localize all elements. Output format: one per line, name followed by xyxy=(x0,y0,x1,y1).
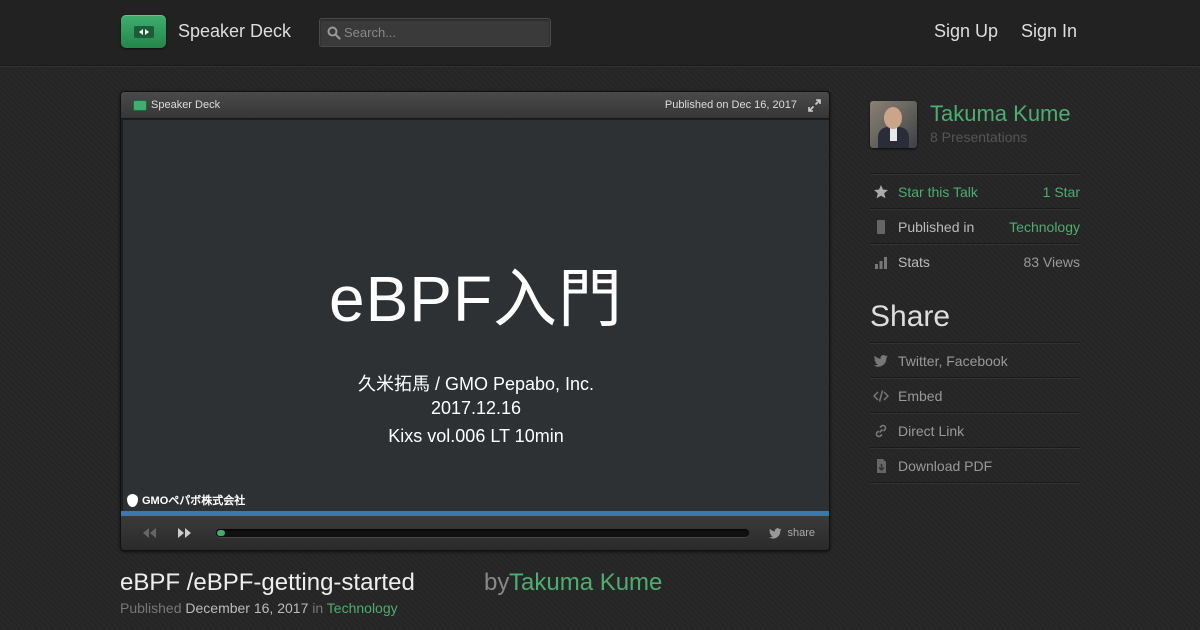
twitter-icon xyxy=(873,355,888,367)
search-icon xyxy=(327,26,341,40)
stats-label: Stats xyxy=(898,254,930,270)
bookmark-icon xyxy=(877,220,885,234)
player-controls: share xyxy=(121,516,829,550)
star-count: 1 Star xyxy=(1042,184,1080,200)
search-input[interactable] xyxy=(344,22,544,43)
slide-company-logo: GMOペパボ株式会社 xyxy=(127,492,245,508)
previous-slide-icon[interactable] xyxy=(141,526,157,540)
star-icon xyxy=(874,185,888,199)
views-count: 83 Views xyxy=(1023,254,1080,270)
slide-scrubber[interactable] xyxy=(216,529,749,537)
slide-player: Speaker Deck Published on Dec 16, 2017 e… xyxy=(120,91,830,551)
search-box xyxy=(319,18,551,47)
in-label: in xyxy=(312,600,324,616)
download-icon xyxy=(877,459,886,473)
player-brand: Speaker Deck xyxy=(151,99,221,111)
next-slide-icon[interactable] xyxy=(177,526,193,540)
brand-name[interactable]: Speaker Deck xyxy=(178,21,291,42)
slide-date-line: 2017.12.16 xyxy=(430,398,522,418)
fullscreen-icon[interactable] xyxy=(808,99,821,112)
logo-icon xyxy=(133,25,154,38)
talk-by-label: by xyxy=(484,569,510,596)
talk-author-link[interactable]: Takuma Kume xyxy=(509,569,662,597)
current-slide[interactable]: eBPF入門 久米拓馬 / GMO Pepabo, Inc. 2017.12.1… xyxy=(123,120,829,550)
player-share-label: share xyxy=(787,527,815,539)
published-in-row: Published in Technology xyxy=(870,208,1080,243)
bar-chart-icon xyxy=(875,257,887,269)
download-pdf-label: Download PDF xyxy=(898,458,993,474)
sidebar-author-name[interactable]: Takuma Kume xyxy=(930,101,1071,127)
share-direct-link-label: Direct Link xyxy=(898,423,965,439)
star-talk-label: Star this Talk xyxy=(898,184,978,200)
talk-title: eBPF /eBPF-getting-started xyxy=(120,569,415,596)
presentation-count: 8 Presentations xyxy=(930,129,1028,145)
slide-event-line: Kixs vol.006 LT 10min xyxy=(388,426,564,446)
star-talk-row[interactable]: Star this Talk 1 Star xyxy=(870,173,1080,208)
slide-title: eBPF入門 xyxy=(328,263,624,335)
player-logo-icon xyxy=(133,100,147,111)
published-in-label: Published in xyxy=(898,219,975,235)
published-in-category[interactable]: Technology xyxy=(1009,219,1080,235)
sidebar-divider xyxy=(870,482,1080,483)
slide-footer-text: GMOペパボ株式会社 xyxy=(142,495,246,507)
published-label: Published xyxy=(120,600,182,616)
player-top-bar: Speaker Deck Published on Dec 16, 2017 xyxy=(121,92,829,119)
player-share-button[interactable]: share xyxy=(769,527,815,539)
twitter-bird-icon xyxy=(769,527,782,538)
sign-in-link[interactable]: Sign In xyxy=(1021,21,1077,42)
share-twitter-label: Twitter, Facebook xyxy=(898,353,1008,369)
share-embed-label: Embed xyxy=(898,388,943,404)
slide-author-line: 久米拓馬 / GMO Pepabo, Inc. xyxy=(357,374,595,394)
talk-meta: Published December 16, 2017 in Technolog… xyxy=(120,600,398,616)
share-heading: Share xyxy=(870,300,951,333)
share-embed[interactable]: Embed xyxy=(870,377,1080,412)
link-icon xyxy=(875,424,887,438)
download-pdf[interactable]: Download PDF xyxy=(870,447,1080,482)
stats-row: Stats 83 Views xyxy=(870,243,1080,278)
share-direct-link[interactable]: Direct Link xyxy=(870,412,1080,447)
sign-up-link[interactable]: Sign Up xyxy=(934,21,998,42)
published-date: December 16, 2017 xyxy=(185,600,309,616)
player-published-date: Published on Dec 16, 2017 xyxy=(664,99,797,111)
share-twitter-facebook[interactable]: Twitter, Facebook xyxy=(870,342,1080,377)
top-bar: Speaker Deck Sign Up Sign In xyxy=(0,0,1200,66)
category-link[interactable]: Technology xyxy=(327,600,398,616)
speakerdeck-logo[interactable] xyxy=(121,15,166,48)
code-icon xyxy=(873,390,889,402)
scrubber-fill xyxy=(217,530,225,536)
author-avatar[interactable] xyxy=(870,101,917,148)
gmo-pin-icon xyxy=(127,493,138,507)
